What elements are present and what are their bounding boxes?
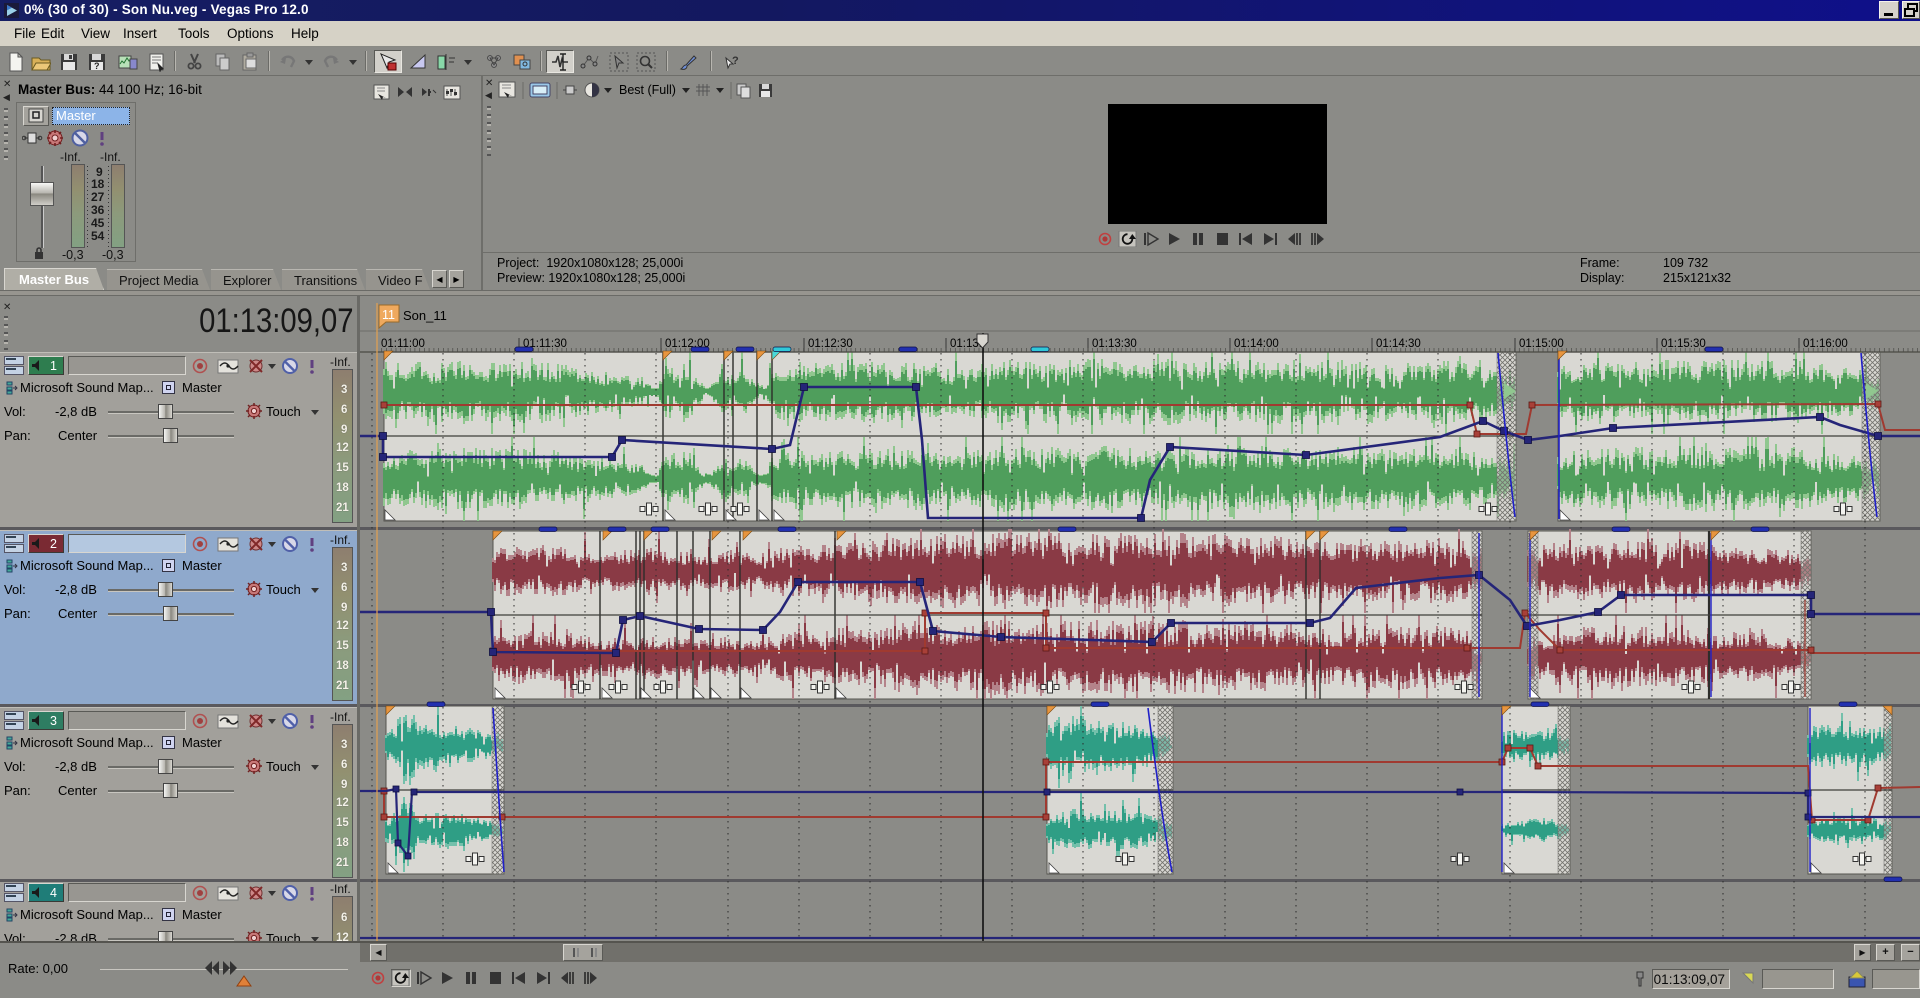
svg-text:01:14:00: 01:14:00 [1234,338,1279,350]
svg-text:01:15:30: 01:15:30 [1661,338,1706,350]
svg-text:01:13:30: 01:13:30 [1092,338,1137,350]
svg-text:01:14:30: 01:14:30 [1376,338,1421,350]
svg-text:01:11:00: 01:11:00 [381,338,425,350]
svg-text:Son_11: Son_11 [403,308,447,323]
svg-text:11: 11 [382,308,395,322]
svg-text:01:16:00: 01:16:00 [1803,338,1848,350]
